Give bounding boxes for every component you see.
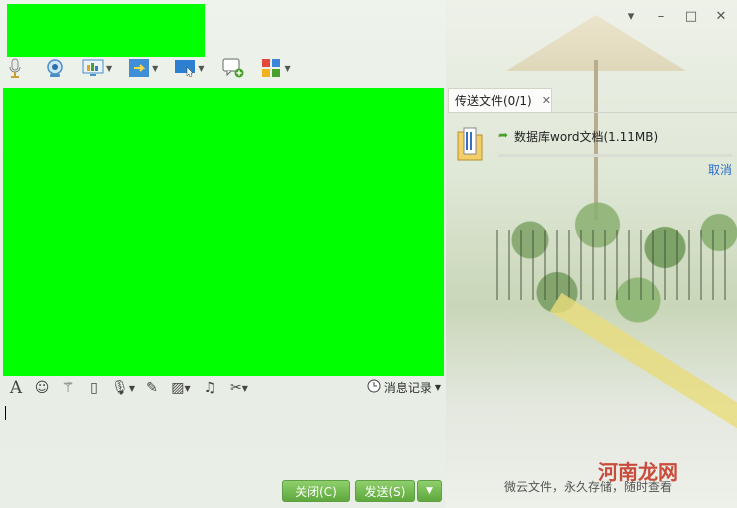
message-display-area — [3, 88, 444, 376]
new-chat-icon — [222, 58, 244, 78]
message-input[interactable] — [3, 400, 444, 474]
image-icon[interactable]: ▨ ▼ — [165, 378, 197, 398]
input-toolbar: A ☺ ⚚ ▯ 🎙 ▼ ✎ ▨ ▼ ♫ ✂ ▼ 消息记录 ▼ — [3, 377, 444, 399]
file-transfer-button[interactable]: ▼ — [128, 56, 158, 80]
tab-divider — [448, 112, 737, 113]
send-button[interactable]: 发送(S) — [355, 480, 415, 502]
clock-icon — [367, 379, 381, 396]
title-bar: ▾ – □ ✕ — [0, 0, 737, 57]
menu-dropdown-icon[interactable]: ▾ — [621, 6, 641, 26]
magic-wand-icon[interactable]: ⚚ — [55, 378, 81, 398]
document-folder-icon — [456, 126, 483, 161]
send-arrow-icon: ➦ — [498, 128, 509, 142]
doodle-icon[interactable]: ✎ — [139, 378, 165, 398]
screenshot-icon[interactable]: ✂ ▼ — [223, 378, 255, 398]
font-icon[interactable]: A — [3, 378, 29, 398]
emoji-icon[interactable]: ☺ — [29, 378, 55, 398]
message-history-button[interactable]: 消息记录 ▼ — [367, 379, 441, 396]
window-controls: ▾ – □ ✕ — [621, 6, 731, 26]
chevron-down-icon[interactable]: ▼ — [106, 64, 112, 73]
remote-desktop-button[interactable]: ▼ — [174, 56, 204, 80]
voice-message-icon[interactable]: 🎙 ▼ — [107, 378, 139, 398]
chevron-down-icon[interactable]: ▼ — [284, 64, 290, 73]
chevron-down-icon[interactable]: ▼ — [152, 64, 158, 73]
apps-button[interactable]: ▼ — [260, 56, 291, 80]
webcam-icon — [44, 58, 66, 78]
file-transfer-icon — [128, 58, 150, 78]
screen-share-button[interactable]: ▼ — [82, 56, 112, 80]
maximize-icon[interactable]: □ — [681, 6, 701, 26]
close-window-icon[interactable]: ✕ — [711, 6, 731, 26]
new-chat-button[interactable] — [222, 56, 244, 80]
site-watermark: 河南龙网 — [598, 460, 678, 484]
text-caret — [5, 406, 6, 420]
close-tab-icon[interactable]: ✕ — [542, 94, 551, 107]
contact-name-redacted — [7, 4, 205, 57]
remote-desktop-icon — [174, 58, 196, 78]
tab-file-transfer[interactable]: 传送文件(0/1) ✕ — [448, 88, 552, 112]
file-name: 数据库word文档(1.11MB) — [514, 130, 659, 144]
close-button[interactable]: 关闭(C) — [282, 480, 350, 502]
chevron-down-icon[interactable]: ▼ — [198, 64, 204, 73]
screen-share-icon — [82, 58, 104, 78]
voice-call-button[interactable] — [4, 56, 26, 80]
tab-label: 传送文件(0/1) — [455, 94, 532, 108]
transfer-progress-bar — [498, 154, 732, 157]
file-transfer-item: ➦ 数据库word文档(1.11MB) — [454, 122, 734, 172]
chevron-down-icon: ▼ — [434, 383, 441, 392]
file-transfer-panel: 传送文件(0/1) ✕ ➦ 数据库word文档(1.11MB) 取消 微云文件，… — [446, 88, 737, 508]
music-icon[interactable]: ♫ — [197, 378, 223, 398]
apps-icon — [260, 58, 282, 78]
history-label: 消息记录 — [383, 381, 432, 395]
chat-toolbar: ▼ ▼ ▼ ▼ — [4, 56, 291, 80]
send-options-dropdown[interactable]: ▼ — [417, 480, 442, 502]
microphone-icon — [4, 58, 26, 78]
window-shake-icon[interactable]: ▯ — [81, 378, 107, 398]
minimize-icon[interactable]: – — [651, 6, 671, 26]
cancel-transfer-link[interactable]: 取消 — [708, 161, 732, 178]
video-call-button[interactable] — [44, 56, 66, 80]
